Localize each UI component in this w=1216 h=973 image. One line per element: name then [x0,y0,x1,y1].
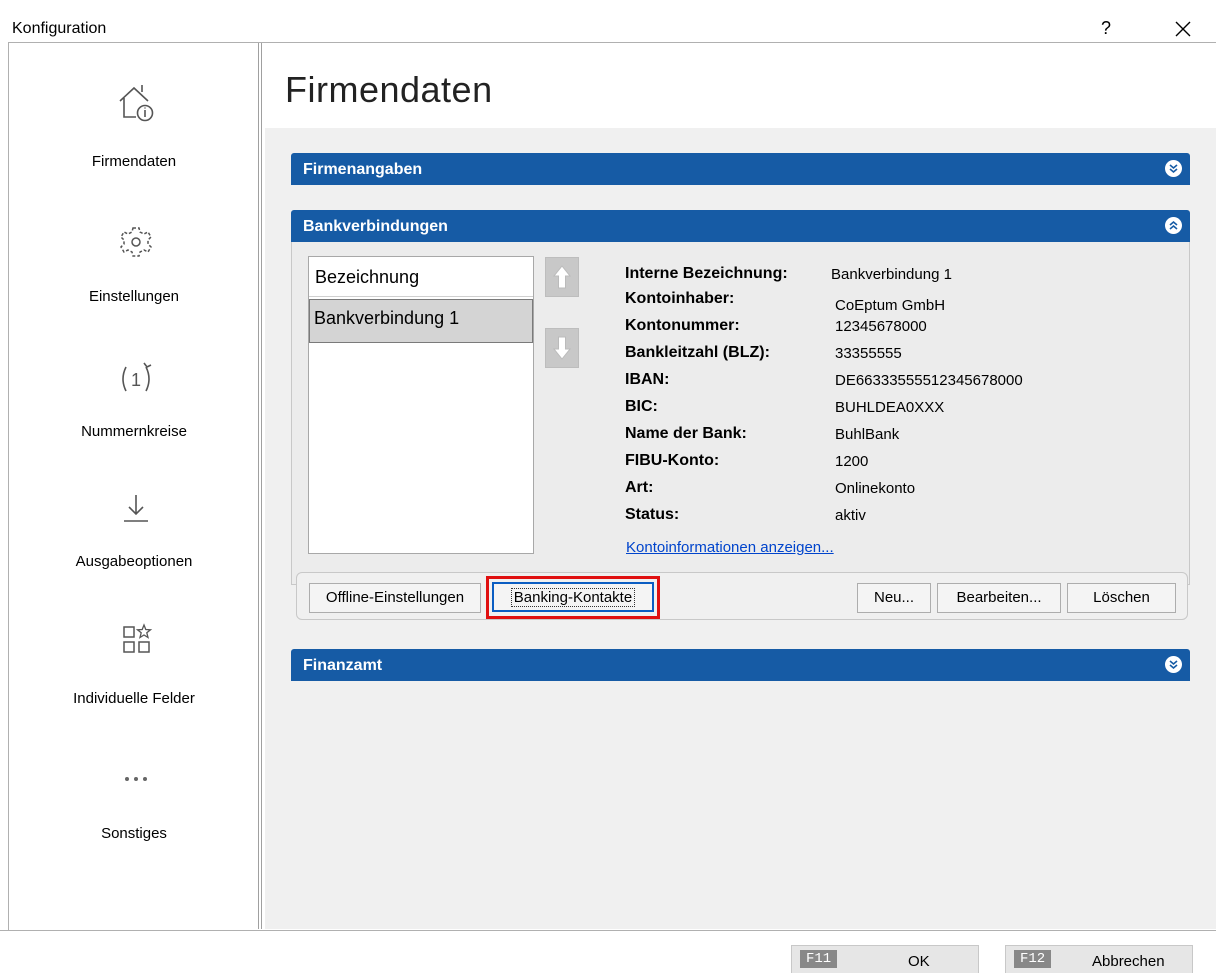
window-title: Konfiguration [12,20,107,37]
title-bar: Konfiguration ? [0,0,1216,42]
move-up-button[interactable] [545,257,579,297]
detail-key: Art: [625,479,654,496]
sidebar-item-label: Individuelle Felder [73,690,195,707]
gear-icon [120,227,152,257]
svg-text:1: 1 [131,370,141,390]
detail-key: Status: [625,506,680,523]
ok-button[interactable]: F11 OK [791,945,979,973]
bank-list[interactable]: Bezeichnung Bankverbindung 1 [308,256,534,554]
grid-star-icon [123,623,153,653]
section-title: Bankverbindungen [303,218,448,235]
neu-button[interactable]: Neu... [857,583,931,613]
sidebar-item-einstellungen[interactable]: Einstellungen [10,198,258,328]
more-icon [125,777,147,781]
arrow-up-icon [552,265,572,289]
list-header[interactable]: Bezeichnung [309,257,533,297]
section-bankverbindungen[interactable]: Bankverbindungen [291,210,1190,242]
sidebar-item-nummernkreise[interactable]: 1 Nummernkreise [10,333,258,463]
sidebar-item-label: Einstellungen [88,288,180,305]
detail-value: 33355555 [835,345,902,362]
detail-key: IBAN: [625,371,670,388]
kontoinformationen-link[interactable]: Kontoinformationen anzeigen... [626,539,834,556]
offline-einstellungen-button[interactable]: Offline-Einstellungen [309,583,481,613]
detail-value: CoEptum GmbH [835,297,946,314]
close-icon [1175,21,1191,37]
detail-value: Onlinekonto [835,480,916,497]
arrow-down-icon [552,336,572,360]
sidebar-item-individuelle-felder[interactable]: Individuelle Felder [10,598,258,728]
dialog-footer: F11 OK F12 Abbrechen [0,930,1216,973]
download-icon [124,495,148,522]
button-label: OK [908,953,930,970]
detail-key: Kontonummer: [625,317,740,334]
detail-key: Interne Bezeichnung: [625,265,788,282]
expand-icon[interactable] [1165,160,1182,177]
collapse-icon[interactable] [1165,217,1182,234]
section-title: Finanzamt [303,657,383,674]
detail-value: DE66333555512345678000 [835,372,1023,389]
detail-key: FIBU-Konto: [625,452,720,469]
button-label: Abbrechen [1092,953,1165,970]
detail-value: BuhlBank [835,426,900,443]
sidebar-item-label: Sonstiges [101,825,167,842]
content-header: Firmendaten [265,43,1216,128]
list-item[interactable]: Bankverbindung 1 [309,299,533,343]
close-button[interactable] [1168,16,1198,42]
sidebar-item-label: Nummernkreise [81,423,187,440]
shortcut-key: F12 [1014,950,1052,968]
house-info-icon [119,85,154,122]
detail-value: aktiv [835,507,866,524]
section-firmenangaben[interactable]: Firmenangaben [291,153,1190,185]
loeschen-button[interactable]: Löschen [1067,583,1176,613]
page-title: Firmendaten [285,69,493,110]
detail-value: 12345678000 [835,318,927,335]
bearbeiten-button[interactable]: Bearbeiten... [937,583,1061,613]
sidebar-item-label: Firmendaten [91,153,177,170]
move-down-button[interactable] [545,328,579,368]
number-cycle-icon: 1 [122,362,152,392]
help-button[interactable]: ? [1094,18,1118,39]
abbrechen-button[interactable]: F12 Abbrechen [1005,945,1193,973]
detail-value: 1200 [835,453,869,470]
sidebar-item-label: Ausgabeoptionen [75,553,193,570]
detail-key: BIC: [625,398,658,415]
detail-value: Bankverbindung 1 [831,266,952,283]
detail-value: BUHLDEA0XXX [835,399,945,416]
section-title: Firmenangaben [303,161,423,178]
shortcut-key: F11 [800,950,838,968]
banking-kontakte-button[interactable]: Banking-Kontakte [492,582,654,612]
detail-key: Kontoinhaber: [625,290,735,307]
sidebar-item-firmendaten[interactable]: Firmendaten [10,63,258,193]
sidebar-item-ausgabeoptionen[interactable]: Ausgabeoptionen [10,463,258,593]
detail-key: Name der Bank: [625,425,747,442]
detail-key: Bankleitzahl (BLZ): [625,344,770,361]
section-finanzamt[interactable]: Finanzamt [291,649,1190,681]
sidebar: Firmendaten Einstellungen 1 Nummernkreis… [10,43,262,929]
button-label: Banking-Kontakte [510,588,636,607]
expand-icon[interactable] [1165,656,1182,673]
sidebar-item-sonstiges[interactable]: Sonstiges [10,733,258,863]
